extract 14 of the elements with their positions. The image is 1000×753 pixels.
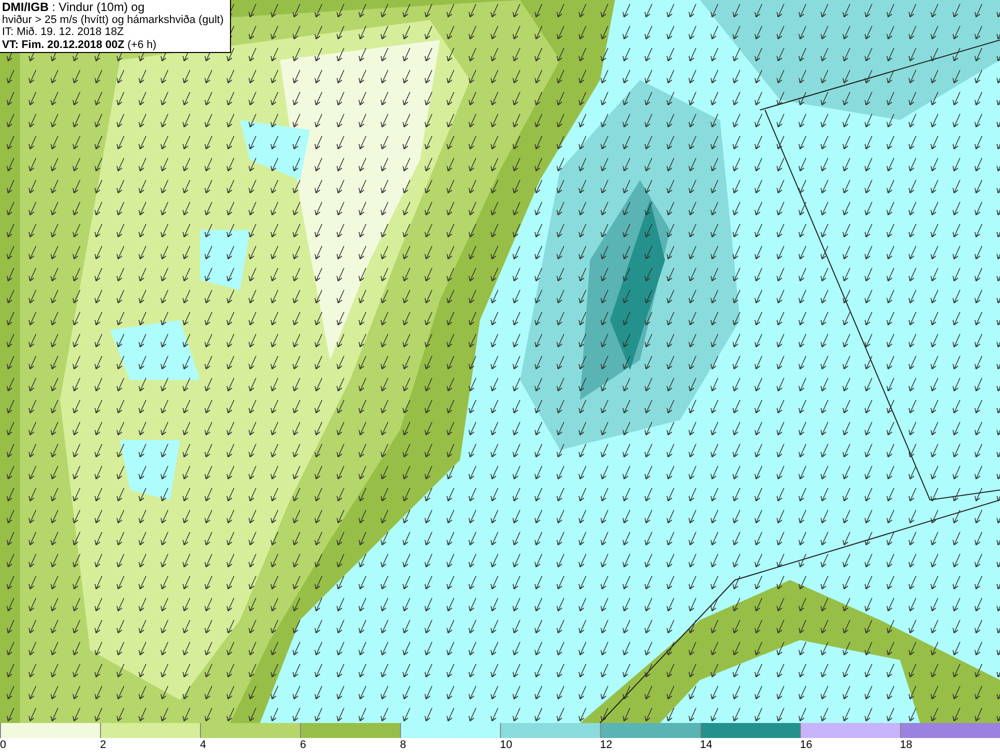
legend-label: 12 [600, 739, 612, 751]
legend-label: 10 [500, 739, 512, 751]
header-text: DMI/IGB : Vindur (10m) og [2, 1, 146, 14]
legend-label: 0 [0, 739, 6, 751]
header-text: IT: Mið. 19. 12. 2018 18Z [2, 26, 125, 38]
legend-label: 14 [700, 739, 712, 751]
header-text: VT: Fim. 20.12.2018 00Z (+6 h) [2, 38, 158, 51]
legend-label: 6 [300, 739, 306, 751]
legend-label: 18 [900, 739, 912, 751]
header-text: hviður > 25 m/s (hvítt) og hámarkshviða (gult) [2, 14, 224, 26]
legend-label: 2 [100, 739, 106, 751]
legend-label: 16 [800, 739, 812, 751]
legend-label: 8 [400, 739, 406, 751]
legend-label: 4 [200, 739, 206, 751]
